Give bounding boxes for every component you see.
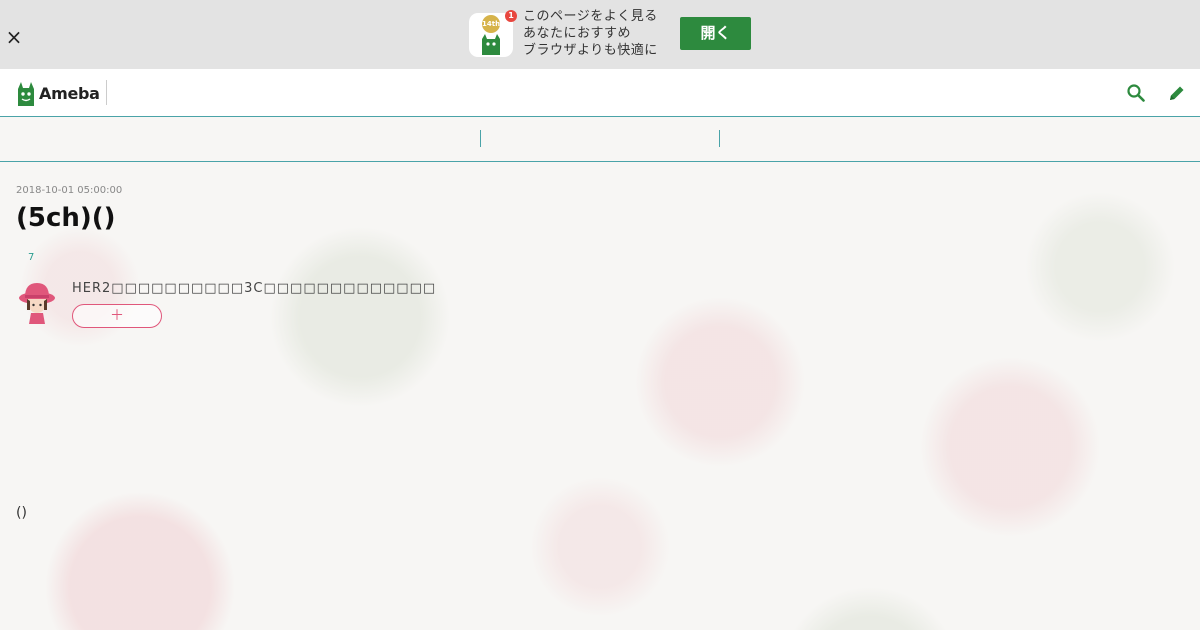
banner-message: このページをよく見る あなたにおすすめ ブラウザよりも快適に — [523, 8, 673, 59]
banner-line: このページをよく見る — [523, 9, 658, 24]
ameba-mascot-icon — [482, 34, 500, 55]
subnav-separator — [480, 130, 481, 147]
blog-subnav — [0, 117, 1200, 162]
open-app-button[interactable]: 開く — [680, 17, 751, 50]
like-count[interactable]: 7 — [28, 252, 34, 263]
notification-badge: 1 — [505, 10, 517, 22]
author-avatar[interactable] — [17, 280, 57, 324]
author-profile-text: HER2□□□□□□□□□□3C□□□□□□□□□□□□□ — [72, 281, 437, 296]
close-icon[interactable]: × — [4, 26, 24, 48]
site-header: Ameba — [0, 69, 1200, 117]
subnav-separator — [719, 130, 720, 147]
banner-line: ブラウザよりも快適に — [523, 43, 658, 58]
post-title[interactable]: (5ch)() — [16, 203, 116, 233]
logo-text: Ameba — [39, 83, 100, 103]
post-body: () — [16, 505, 27, 521]
header-divider — [106, 80, 107, 105]
floral-background — [0, 117, 1200, 630]
app-banner: × 14th 1 このページをよく見る あなたにおすすめ ブラウザよりも快適に … — [0, 0, 1200, 69]
follow-button[interactable]: ＋ — [72, 304, 162, 328]
search-icon[interactable] — [1126, 83, 1146, 103]
ameba-logo-icon — [18, 82, 34, 106]
post-date: 2018-10-01 05:00:00 — [16, 185, 123, 196]
pencil-icon[interactable] — [1167, 83, 1187, 103]
banner-line: あなたにおすすめ — [523, 26, 632, 41]
ameba-logo[interactable]: Ameba — [16, 80, 100, 106]
